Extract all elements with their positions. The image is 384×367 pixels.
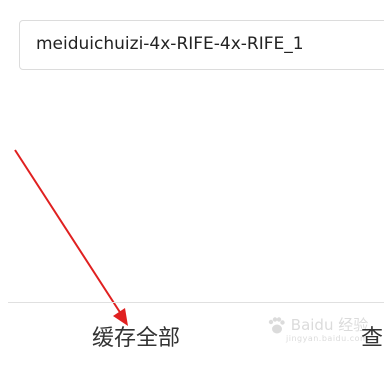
screen: meiduichuizi-4x-RIFE-4x-RIFE_1 缓存全部 Baid… xyxy=(0,0,384,367)
view-button[interactable]: 查 xyxy=(361,320,383,352)
baidu-watermark: Baidu 经验 jingyan.baidu.com xyxy=(266,314,369,343)
filename-field[interactable]: meiduichuizi-4x-RIFE-4x-RIFE_1 xyxy=(19,20,384,70)
cache-all-button[interactable]: 缓存全部 xyxy=(92,320,180,352)
filename-text: meiduichuizi-4x-RIFE-4x-RIFE_1 xyxy=(36,34,304,54)
bottom-bar-divider xyxy=(8,302,384,303)
watermark-text: Baidu 经验 xyxy=(290,316,369,334)
watermark-subtext: jingyan.baidu.com xyxy=(286,334,369,343)
paw-icon xyxy=(268,316,285,333)
